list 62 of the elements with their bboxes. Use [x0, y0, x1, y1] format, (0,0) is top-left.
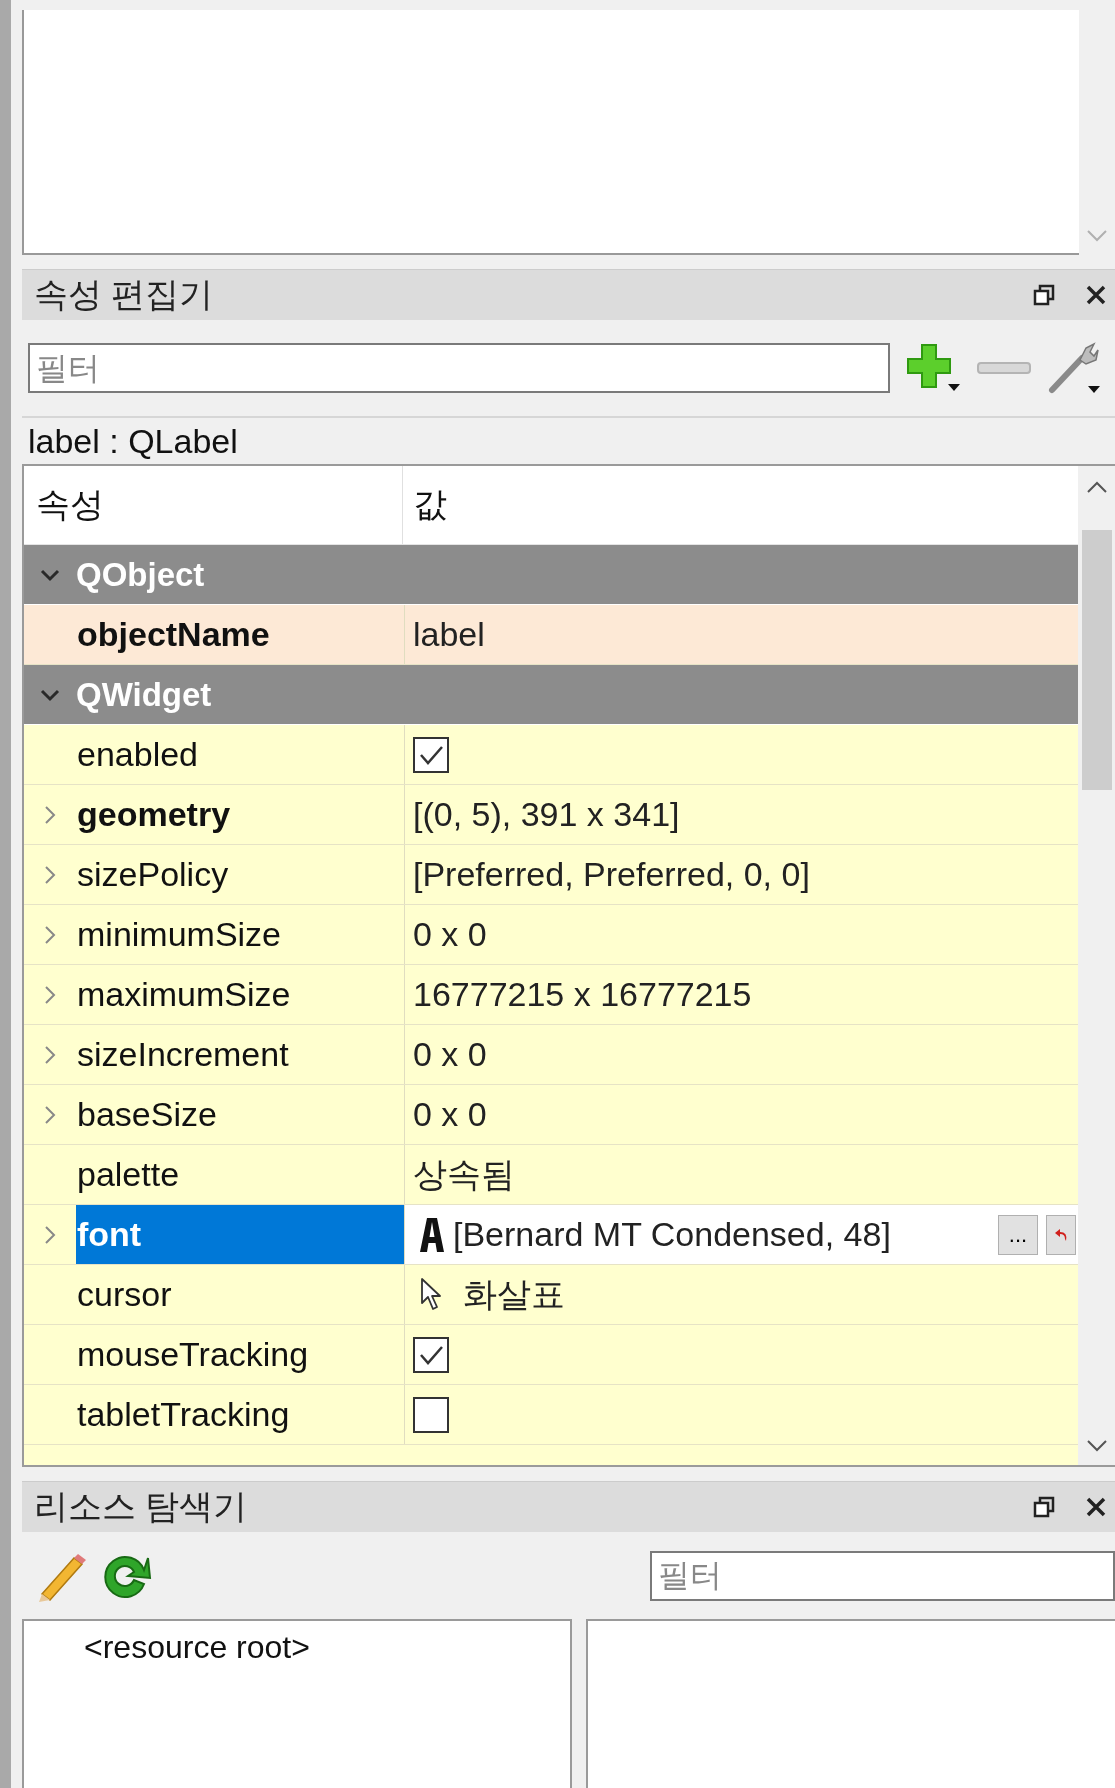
wrench-icon[interactable] [1046, 340, 1102, 396]
property-value[interactable]: [(0, 5), 391 x 341] [413, 795, 680, 834]
property-row[interactable]: enabled [24, 725, 1078, 785]
checkbox[interactable] [413, 736, 449, 773]
property-row[interactable]: maximumSize 16777215 x 16777215 [24, 965, 1078, 1025]
property-name[interactable]: minimumSize [76, 905, 405, 964]
filter-field[interactable]: 필터 [650, 1550, 1115, 1601]
property-name[interactable]: tabletTracking [76, 1385, 405, 1444]
property-value[interactable]: label [413, 615, 485, 654]
dock-title: 리소스 탐색기 [34, 1486, 248, 1527]
property-row[interactable]: mouseTracking [24, 1325, 1078, 1385]
property-name[interactable]: sizePolicy [76, 845, 405, 904]
property-row[interactable]: minimumSize 0 x 0 [24, 905, 1078, 965]
scrollbar[interactable] [1078, 466, 1115, 1465]
float-icon[interactable] [1033, 284, 1055, 306]
filter-field[interactable]: 필터 [28, 343, 890, 393]
property-row[interactable]: tabletTracking [24, 1385, 1078, 1445]
property-value[interactable]: 상속됨 [413, 1151, 515, 1198]
property-value[interactable]: [Bernard MT Condensed, 48] [453, 1215, 891, 1254]
property-row[interactable]: sizePolicy [Preferred, Preferred, 0, 0] [24, 845, 1078, 905]
scroll-up-icon[interactable] [1085, 480, 1108, 494]
reset-button[interactable] [1046, 1214, 1076, 1255]
property-row[interactable]: cursor 화살표 [24, 1265, 1078, 1325]
property-name[interactable]: font [76, 1205, 405, 1264]
property-name[interactable]: sizeIncrement [76, 1025, 405, 1084]
group-name: QObject [76, 555, 205, 594]
property-name[interactable]: maximumSize [76, 965, 405, 1024]
property-row[interactable]: baseSize 0 x 0 [24, 1085, 1078, 1145]
float-icon[interactable] [1033, 1496, 1055, 1518]
cursor-arrow-icon [419, 1276, 443, 1313]
property-name[interactable]: mouseTracking [76, 1325, 405, 1384]
property-row[interactable]: geometry [(0, 5), 391 x 341] [24, 785, 1078, 845]
property-row[interactable]: palette 상속됨 [24, 1145, 1078, 1205]
property-value[interactable]: 0 x 0 [413, 1035, 487, 1074]
browse-button[interactable]: ... [998, 1214, 1038, 1255]
scroll-down-icon[interactable] [1085, 1439, 1108, 1453]
property-value[interactable]: [Preferred, Preferred, 0, 0] [413, 855, 810, 894]
column-header[interactable]: 값 [403, 466, 1078, 544]
reset-icon [1054, 1227, 1068, 1242]
property-name[interactable]: enabled [76, 725, 405, 784]
close-icon[interactable] [1085, 284, 1107, 306]
column-header[interactable]: 속성 [24, 466, 403, 544]
property-row[interactable]: sizeIncrement 0 x 0 [24, 1025, 1078, 1085]
property-row[interactable]: objectName label [24, 605, 1078, 665]
group-name: QWidget [76, 675, 212, 714]
scrollbar-thumb[interactable] [1081, 530, 1112, 790]
font-icon [419, 1215, 445, 1254]
property-value[interactable]: 화살표 [463, 1271, 565, 1318]
property-name[interactable]: objectName [76, 605, 405, 664]
checkbox[interactable] [413, 1396, 449, 1433]
dock-title: 속성 편집기 [34, 274, 214, 315]
property-name[interactable]: baseSize [76, 1085, 405, 1144]
property-value[interactable]: 0 x 0 [413, 915, 487, 954]
property-name[interactable]: palette [76, 1145, 405, 1204]
property-value[interactable]: 0 x 0 [413, 1095, 487, 1134]
property-row[interactable]: font [Bernard MT Condensed, 48] ... [24, 1205, 1078, 1265]
checkbox[interactable] [413, 1336, 449, 1373]
property-name[interactable]: geometry [76, 785, 405, 844]
property-name[interactable]: cursor [76, 1265, 405, 1324]
close-icon[interactable] [1085, 1496, 1107, 1518]
tree-item[interactable]: <resource root> [24, 1621, 570, 1666]
property-value[interactable]: 16777215 x 16777215 [413, 975, 752, 1014]
